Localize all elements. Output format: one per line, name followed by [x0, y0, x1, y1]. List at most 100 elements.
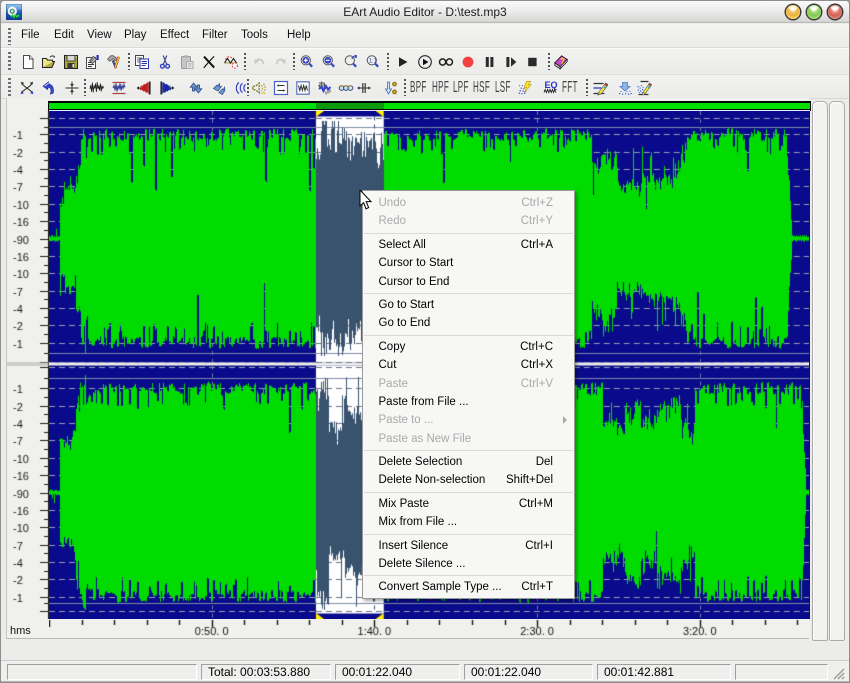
pencil-dots-button[interactable] — [636, 80, 652, 96]
new-file-button[interactable] — [20, 54, 36, 70]
hpf-filter-button[interactable]: HPF — [432, 79, 449, 97]
step-forward-button[interactable] — [503, 54, 519, 70]
time-unit-label: hms — [10, 625, 31, 637]
cross-arrows-button[interactable] — [19, 80, 35, 96]
arrows-up-down-button[interactable] — [188, 80, 204, 96]
toolbar1-grip[interactable] — [8, 52, 11, 71]
status-panel-3: 00:01:22.040 — [464, 664, 593, 680]
arrow-down-dots-button[interactable] — [617, 80, 633, 96]
resize-grip[interactable] — [833, 668, 846, 681]
overview-bar[interactable] — [48, 101, 811, 111]
menu-play[interactable]: Play — [124, 29, 146, 41]
tools-hammer-button[interactable] — [106, 54, 122, 70]
context-menu-item-copy[interactable]: CopyCtrl+C — [363, 338, 574, 356]
zoom-out-button[interactable] — [321, 54, 337, 70]
context-menu-item-delete-selection[interactable]: Delete SelectionDel — [363, 453, 574, 471]
context-menu-item-delete-silence[interactable]: Delete Silence ... — [363, 555, 574, 573]
context-menu-item-mix-from-file[interactable]: Mix from File ... — [363, 513, 574, 531]
menu-bar: File Edit View Play Effect Filter Tools Help — [1, 24, 849, 48]
time-ruler[interactable] — [49, 619, 810, 638]
undo-bold-blue-button[interactable] — [41, 80, 57, 96]
play-button[interactable] — [395, 54, 411, 70]
file-properties-button[interactable] — [84, 54, 100, 70]
context-menu-item-cursor-to-start[interactable]: Cursor to Start — [363, 254, 574, 272]
context-menu-item-insert-silence[interactable]: Insert SilenceCtrl+I — [363, 537, 574, 555]
wave-zigzag-icon — [89, 80, 105, 96]
delete-x-button[interactable] — [201, 54, 217, 70]
box-swap-arrows-button[interactable] — [273, 80, 289, 96]
menu-file[interactable]: File — [21, 29, 40, 41]
context-menu-item-mix-paste[interactable]: Mix PasteCtrl+M — [363, 495, 574, 513]
loop-infinity-button[interactable] — [438, 54, 454, 70]
stop-button[interactable] — [524, 54, 540, 70]
bpf-filter-button[interactable]: BPF — [410, 79, 427, 97]
context-menu-item-paste-to[interactable]: Paste to ... — [363, 411, 574, 429]
title-bar[interactable]: EArt Audio Editor - D:\test.mp3 — [1, 1, 849, 23]
context-menu-item-cut[interactable]: CutCtrl+X — [363, 356, 574, 374]
context-menu-item-go-to-start[interactable]: Go to Start — [363, 296, 574, 314]
fade-out-red-button[interactable] — [136, 80, 152, 96]
hsf-filter-button[interactable]: HSF — [473, 79, 490, 97]
speaker-button[interactable] — [251, 80, 267, 96]
menu-help[interactable]: Help — [287, 29, 311, 41]
record-button[interactable] — [460, 54, 476, 70]
menubar-grip[interactable] — [8, 28, 11, 45]
menu-tools[interactable]: Tools — [241, 29, 268, 41]
sound-waves-button[interactable] — [232, 80, 248, 96]
redo-button[interactable] — [273, 54, 289, 70]
context-menu-item-go-to-end[interactable]: Go to End — [363, 314, 574, 332]
menu-view[interactable]: View — [87, 29, 112, 41]
fade-in-blue-button[interactable] — [159, 80, 175, 96]
equalizer-button[interactable]: EQ — [542, 80, 558, 96]
play-circle-button[interactable] — [417, 54, 433, 70]
close-button[interactable] — [828, 5, 842, 19]
menu-filter[interactable]: Filter — [202, 29, 228, 41]
fade-in-blue-icon — [159, 80, 175, 96]
noise-sparkle-button[interactable] — [517, 80, 533, 96]
box-swap-arrows-icon — [273, 80, 289, 96]
open-file-button[interactable] — [41, 54, 57, 70]
context-menu-item-delete-non-selection[interactable]: Delete Non-selectionShift+Del — [363, 471, 574, 489]
context-menu-item-paste-as-new-file[interactable]: Paste as New File — [363, 430, 574, 448]
pencil-lines-button[interactable] — [592, 80, 608, 96]
maximize-button[interactable] — [807, 5, 821, 19]
arrow-down-gold-button[interactable] — [383, 80, 399, 96]
save-file-button[interactable] — [63, 54, 79, 70]
lsf-filter-button[interactable]: LSF — [495, 79, 511, 97]
paste-button[interactable] — [179, 54, 195, 70]
cut-scissors-button[interactable] — [157, 54, 173, 70]
zoom-all-button[interactable]: 1:1 — [365, 54, 381, 70]
crossbar-arrows-button[interactable] — [356, 80, 372, 96]
context-menu-item-paste-from-file[interactable]: Paste from File ... — [363, 393, 574, 411]
context-menu-item-select-all[interactable]: Select AllCtrl+A — [363, 236, 574, 254]
zoom-in-button[interactable] — [299, 54, 315, 70]
toolbar2-grip[interactable] — [8, 78, 11, 97]
undo-button[interactable] — [251, 54, 267, 70]
wave-zigzag-button[interactable] — [89, 80, 105, 96]
arrows-diagonal-button[interactable] — [211, 80, 227, 96]
context-menu-item-paste[interactable]: PasteCtrl+V — [363, 375, 574, 393]
wave-invert-button[interactable] — [223, 54, 239, 70]
minimize-button[interactable] — [786, 5, 800, 19]
status-panel-5 — [735, 664, 828, 680]
circles-000-button[interactable] — [338, 80, 354, 96]
lpf-filter-button[interactable]: LPF — [453, 79, 469, 97]
box-resample-button[interactable] — [295, 80, 311, 96]
play-circle-icon — [417, 54, 433, 70]
context-menu-item-undo[interactable]: UndoCtrl+Z — [363, 194, 574, 212]
hand-wave-button[interactable] — [316, 80, 332, 96]
pause-button[interactable] — [481, 54, 497, 70]
help-book-button[interactable] — [553, 54, 569, 70]
menu-effect[interactable]: Effect — [160, 29, 189, 41]
center-cross-button[interactable] — [64, 80, 80, 96]
wave-amplify-box-button[interactable] — [111, 80, 127, 96]
context-menu-item-redo[interactable]: RedoCtrl+Y — [363, 212, 574, 230]
zoom-selection-button[interactable] — [343, 54, 359, 70]
context-menu-item-cursor-to-end[interactable]: Cursor to End — [363, 273, 574, 291]
menu-edit[interactable]: Edit — [54, 29, 74, 41]
context-menu-item-convert-sample-type[interactable]: Convert Sample Type ...Ctrl+T — [363, 578, 574, 596]
cut-scissors-icon — [157, 54, 173, 70]
arrows-up-down-icon — [188, 80, 204, 96]
fft-filter-button[interactable]: FFT — [562, 79, 578, 97]
copy-button[interactable] — [134, 54, 150, 70]
